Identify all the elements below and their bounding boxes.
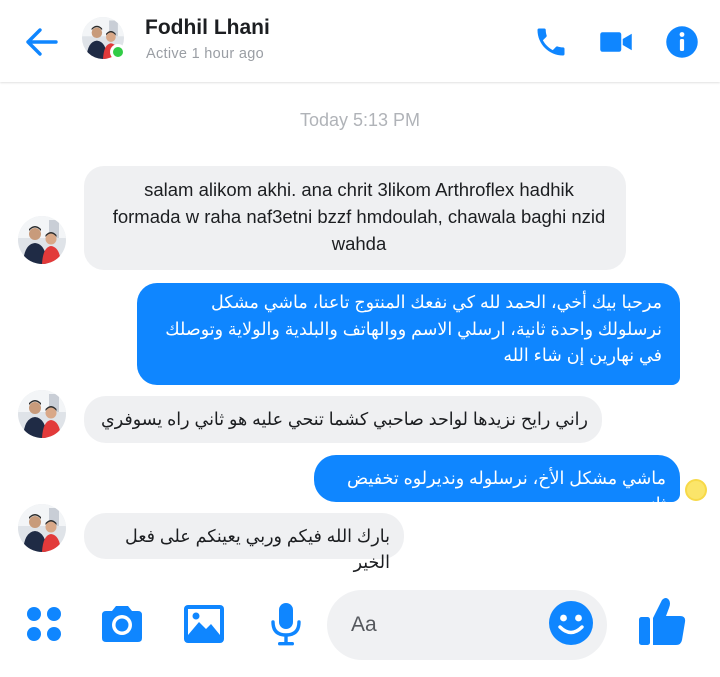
message-composer xyxy=(0,582,720,677)
back-arrow-icon xyxy=(26,28,58,56)
camera-button[interactable] xyxy=(98,600,146,648)
phone-icon xyxy=(537,28,565,56)
apps-button[interactable] xyxy=(20,600,68,648)
incoming-message[interactable]: salam alikom akhi. ana chrit 3likom Arth… xyxy=(84,166,626,270)
active-status: Active 1 hour ago xyxy=(146,46,264,62)
camera-icon xyxy=(102,606,142,642)
outgoing-message[interactable]: ماشي مشكل الأخ، نرسلوله ونديرلوه تخفيض ث… xyxy=(314,455,680,514)
conversation-info-button[interactable] xyxy=(664,24,700,60)
apps-grid-icon xyxy=(27,607,61,641)
incoming-message[interactable]: راني رايح نزيدها لواحد صاحبي كشما تنحي ع… xyxy=(84,396,602,443)
message-timestamp: Today 5:13 PM xyxy=(299,110,421,130)
incoming-message[interactable]: بارك الله فيكم وربي يعينكم على فعل الخير xyxy=(84,513,404,572)
voice-message-button[interactable] xyxy=(262,600,310,648)
contact-name[interactable]: Fodhil Lhani xyxy=(145,16,270,40)
online-indicator xyxy=(110,44,126,60)
conversation-header: Fodhil Lhani Active 1 hour ago xyxy=(0,0,720,82)
emoji-icon xyxy=(549,601,593,645)
sender-avatar[interactable] xyxy=(18,216,66,264)
like-button[interactable] xyxy=(636,594,688,648)
info-icon xyxy=(666,26,698,58)
video-call-button[interactable] xyxy=(598,24,634,60)
message-thread[interactable]: Today 5:13 PM salam alikom akhi. ana chr… xyxy=(0,82,720,582)
microphone-icon xyxy=(271,603,301,646)
call-button[interactable] xyxy=(533,24,569,60)
outgoing-message[interactable]: مرحبا بيك أخي، الحمد لله كي نفعك المنتوج… xyxy=(137,283,680,385)
video-camera-icon xyxy=(600,32,632,52)
back-button[interactable] xyxy=(22,24,60,60)
thumbs-up-icon xyxy=(639,598,686,645)
sender-avatar[interactable] xyxy=(18,504,66,552)
gallery-icon xyxy=(184,605,224,643)
seen-indicator xyxy=(684,478,708,502)
gallery-button[interactable] xyxy=(180,600,228,648)
emoji-button[interactable] xyxy=(547,599,595,647)
sender-avatar[interactable] xyxy=(18,390,66,438)
